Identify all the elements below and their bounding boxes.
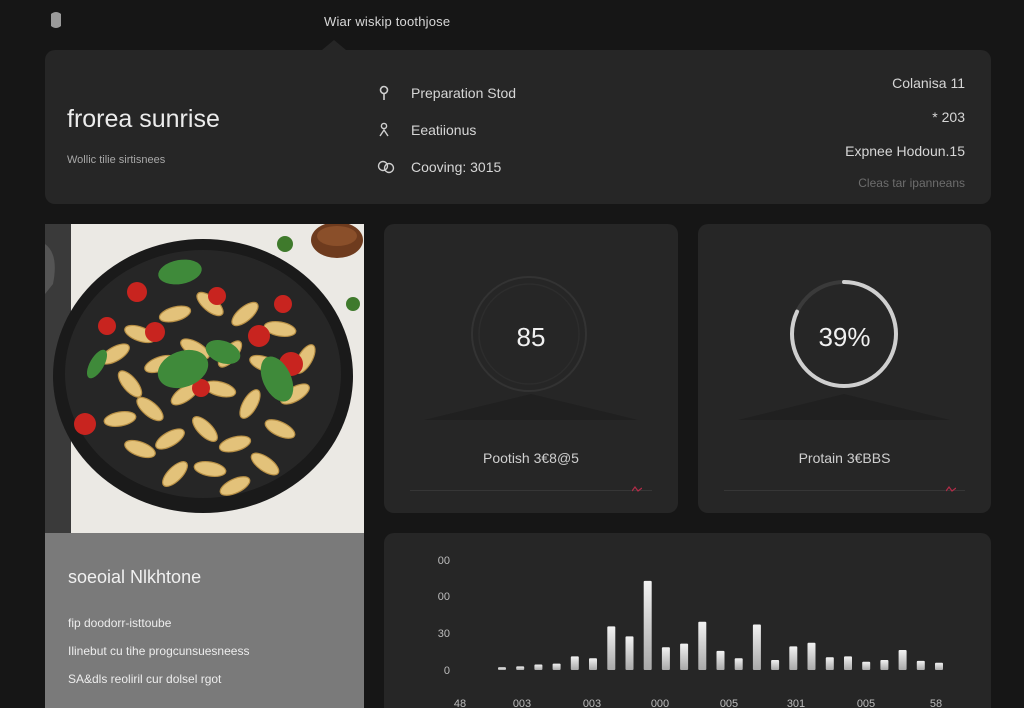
bar-chart: 00 00 30 0 48 003 003 000 005 301 005 58 xyxy=(438,555,943,708)
window-title: Wiar wiskip toothjose xyxy=(324,14,451,29)
chart-bar xyxy=(716,650,725,670)
chart-bar xyxy=(734,658,743,670)
x-tick-label: 005 xyxy=(857,698,875,708)
logo-icon[interactable] xyxy=(48,10,64,30)
recipe-image-card: soeoial Nlkhtone fip doodorr-isttoube Il… xyxy=(45,224,364,708)
stat-label-2: Protain 3€BBS xyxy=(798,450,891,466)
chart-bar xyxy=(570,656,579,670)
chart-bar xyxy=(789,646,798,670)
stat-marker-2 xyxy=(946,486,956,492)
chart-bar xyxy=(516,666,525,670)
chart-bar xyxy=(916,660,925,670)
chart-bar xyxy=(752,624,761,670)
x-tick-label: 005 xyxy=(720,698,738,708)
x-tick-label: 003 xyxy=(583,698,601,708)
social-section-title: soeoial Nlkhtone xyxy=(68,567,202,587)
y-tick-label: 00 xyxy=(438,555,450,567)
nutrition-chart-panel: 00 00 30 0 48 003 003 000 005 301 005 58 xyxy=(384,533,991,708)
nutrition-summary: Colanisa 11 * 203 Expnee Hodoun.15 Cleas… xyxy=(845,74,965,190)
x-tick-label: 58 xyxy=(930,698,942,708)
stat-ring-1 xyxy=(424,276,638,420)
chart-bar xyxy=(935,662,943,670)
stat-value-2: 39% xyxy=(818,322,871,352)
chart-bar xyxy=(825,657,834,670)
top-bar: Wiar wiskip toothjose xyxy=(0,0,1024,50)
pasta-dish-image xyxy=(45,224,364,533)
chart-bar xyxy=(498,667,506,670)
stat-marker-1 xyxy=(632,486,642,492)
chart-bar xyxy=(680,643,689,670)
servings-icon xyxy=(377,159,411,175)
y-tick-label: 0 xyxy=(444,665,450,677)
x-tick-label: 003 xyxy=(513,698,531,708)
expense-value: Expnee Hodoun.15 xyxy=(845,143,965,159)
chart-bar xyxy=(552,663,561,670)
recipe-subtitle: Wollic tilie sirtisnees xyxy=(67,154,166,166)
stat-value-1: 85 xyxy=(516,322,546,352)
stat-label-1: Pootish 3€8@5 xyxy=(483,450,579,466)
chart-bar xyxy=(643,580,652,670)
person-icon xyxy=(377,122,411,138)
chart-bar xyxy=(771,660,780,670)
recipe-title: frorea sunrise xyxy=(67,105,220,133)
meta-row-preparation: Preparation Stod xyxy=(377,74,516,111)
chart-bar xyxy=(589,658,597,670)
chart-bar xyxy=(661,647,670,670)
location-pin-icon xyxy=(377,85,411,101)
stat-divider-1 xyxy=(410,490,652,491)
meta-row-servings: Cooving: 3015 xyxy=(377,148,516,185)
percent-value: * 203 xyxy=(932,109,965,125)
chart-bar xyxy=(534,664,543,670)
social-link-2[interactable]: Ilinebut cu tihe progcunsuesneess xyxy=(68,644,249,658)
meta-text-preparation: Preparation Stod xyxy=(411,84,517,101)
chart-bar xyxy=(898,650,907,670)
chart-bar xyxy=(880,660,889,670)
chart-bar xyxy=(844,656,852,670)
dropdown-caret xyxy=(322,40,346,50)
stat-card-2: 39% Protain 3€BBS xyxy=(698,224,991,513)
stat-ring-2 xyxy=(738,280,950,420)
stat-divider-2 xyxy=(724,490,965,491)
chart-bar xyxy=(807,642,816,670)
chart-bar xyxy=(625,636,634,670)
recipe-meta-list: Preparation Stod Eeatiionus Cooving: 301… xyxy=(377,74,516,185)
x-tick-label: 48 xyxy=(454,698,466,708)
y-tick-label: 30 xyxy=(438,628,450,640)
x-tick-label: 000 xyxy=(651,698,669,708)
meta-text-servings: Cooving: 3015 xyxy=(411,158,502,175)
recipe-header-panel: frorea sunrise Wollic tilie sirtisnees P… xyxy=(45,50,991,204)
social-link-1[interactable]: fip doodorr-isttoube xyxy=(68,616,171,630)
meta-text-author: Eeatiionus xyxy=(411,121,477,138)
x-tick-label: 301 xyxy=(787,698,805,708)
y-tick-label: 00 xyxy=(438,591,450,603)
clear-link[interactable]: Cleas tar ipanneans xyxy=(845,176,965,190)
meta-row-author: Eeatiionus xyxy=(377,111,516,148)
social-link-3[interactable]: SA&dls reoliril cur dolsel rgot xyxy=(68,672,221,686)
calories-value: Colanisa 11 xyxy=(892,75,965,91)
chart-bar xyxy=(698,621,707,670)
stat-card-1: 85 Pootish 3€8@5 xyxy=(384,224,678,513)
chart-bar xyxy=(862,661,871,670)
chart-bar xyxy=(607,626,616,670)
